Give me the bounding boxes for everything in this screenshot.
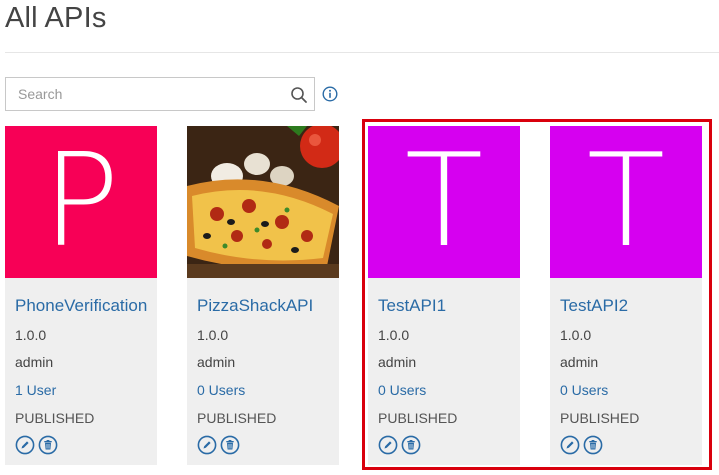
api-card[interactable]: T TestAPI1 1.0.0 admin 0 Users PUBLISHED — [368, 126, 520, 465]
api-subscribers-link[interactable]: 0 Users — [560, 382, 608, 398]
api-status: PUBLISHED — [197, 410, 277, 426]
api-status: PUBLISHED — [15, 410, 95, 426]
delete-icon[interactable] — [583, 435, 603, 455]
delete-icon[interactable] — [220, 435, 240, 455]
api-subscribers-link[interactable]: 0 Users — [378, 382, 426, 398]
search-input[interactable] — [6, 78, 286, 110]
api-name-link[interactable]: PhoneVerification — [15, 296, 153, 316]
delete-icon[interactable] — [401, 435, 421, 455]
api-name-link[interactable]: TestAPI1 — [378, 296, 516, 316]
edit-icon[interactable] — [197, 435, 217, 455]
thumbnail-letter: T — [586, 127, 666, 276]
search-box[interactable] — [5, 77, 315, 111]
api-thumbnail[interactable] — [187, 126, 339, 278]
api-version: 1.0.0 — [15, 327, 47, 343]
delete-icon[interactable] — [38, 435, 58, 455]
api-name-link[interactable]: PizzaShackAPI — [197, 296, 335, 316]
thumbnail-letter: T — [404, 127, 484, 276]
card-actions — [15, 435, 58, 455]
search-icon[interactable] — [290, 86, 308, 104]
thumbnail-letter: P — [42, 127, 120, 276]
page-title: All APIs — [5, 2, 107, 34]
api-card[interactable]: PizzaShackAPI 1.0.0 admin 0 Users PUBLIS… — [187, 126, 339, 465]
card-actions — [197, 435, 240, 455]
edit-icon[interactable] — [378, 435, 398, 455]
api-subscribers-link[interactable]: 1 User — [15, 382, 56, 398]
info-icon[interactable] — [322, 86, 338, 102]
api-thumbnail[interactable]: P — [5, 126, 157, 278]
api-subscribers-link[interactable]: 0 Users — [197, 382, 245, 398]
api-owner: admin — [560, 354, 599, 370]
card-actions — [378, 435, 421, 455]
pizza-image — [187, 126, 339, 278]
edit-icon[interactable] — [15, 435, 35, 455]
api-owner: admin — [378, 354, 417, 370]
api-version: 1.0.0 — [378, 327, 410, 343]
api-version: 1.0.0 — [197, 327, 229, 343]
api-card[interactable]: T TestAPI2 1.0.0 admin 0 Users PUBLISHED — [550, 126, 702, 465]
api-version: 1.0.0 — [560, 327, 592, 343]
card-actions — [560, 435, 603, 455]
api-card[interactable]: P PhoneVerification 1.0.0 admin 1 User P… — [5, 126, 157, 465]
api-thumbnail[interactable]: T — [368, 126, 520, 278]
api-thumbnail[interactable]: T — [550, 126, 702, 278]
api-status: PUBLISHED — [378, 410, 458, 426]
api-name-link[interactable]: TestAPI2 — [560, 296, 698, 316]
api-owner: admin — [15, 354, 54, 370]
title-divider — [5, 52, 719, 53]
api-status: PUBLISHED — [560, 410, 640, 426]
edit-icon[interactable] — [560, 435, 580, 455]
api-owner: admin — [197, 354, 236, 370]
